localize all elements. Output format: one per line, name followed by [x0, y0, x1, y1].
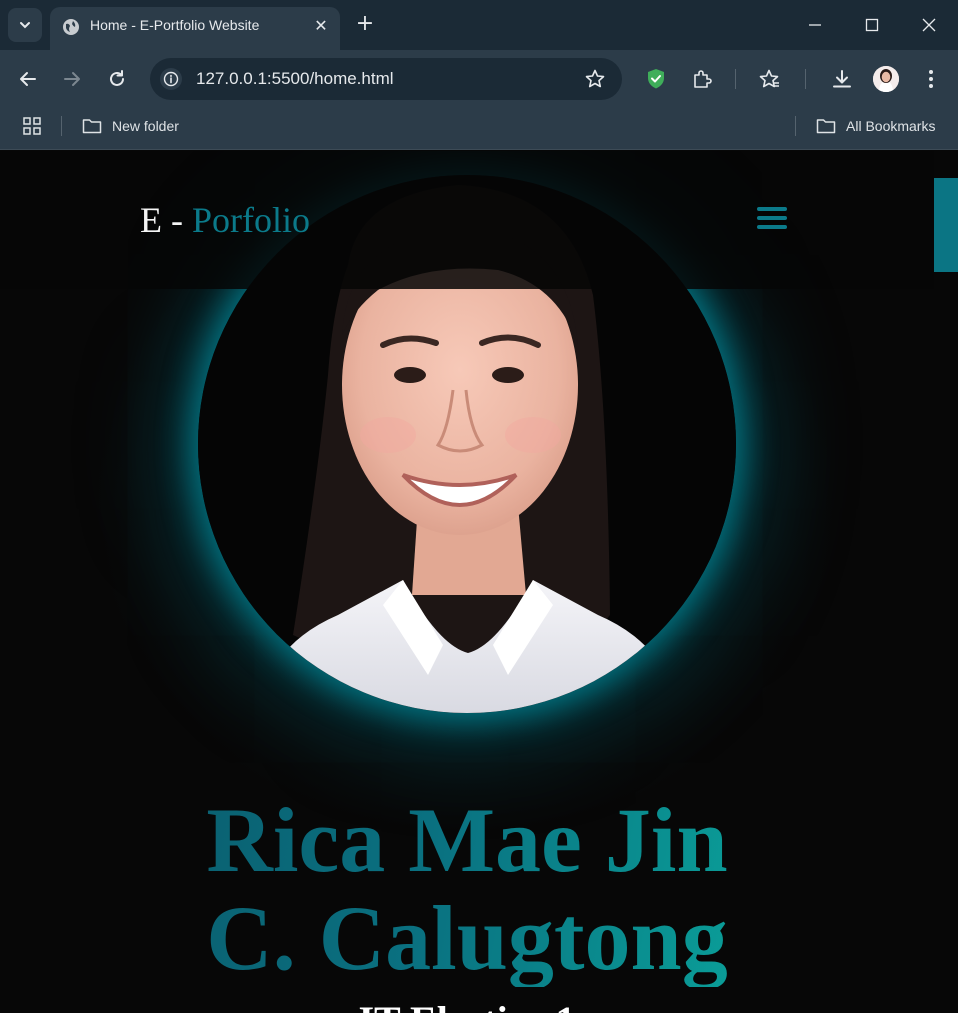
page-viewport: E - Porfolio Rica Mae Jin C. Calugtong I… — [0, 151, 958, 1013]
site-info-icon[interactable] — [160, 68, 182, 90]
hero-name-line2: C. Calugtong — [206, 887, 728, 989]
logo-accent: Porfolio — [191, 200, 310, 240]
bookmarks-divider — [795, 116, 796, 136]
all-bookmarks-button[interactable]: All Bookmarks — [816, 115, 935, 137]
folder-icon — [816, 119, 836, 134]
kebab-menu-icon[interactable] — [918, 66, 944, 92]
download-icon[interactable] — [829, 66, 855, 92]
bookmark-folder-label: New folder — [112, 118, 179, 134]
scrollbar-thumb[interactable] — [934, 178, 958, 272]
bookmark-folder-new-folder[interactable]: New folder — [82, 115, 179, 137]
all-bookmarks-label: All Bookmarks — [846, 118, 936, 134]
toolbar-divider — [805, 69, 806, 89]
profile-avatar[interactable] — [873, 66, 899, 92]
hero-name: Rica Mae Jin C. Calugtong — [0, 791, 934, 987]
browser-tab-strip: Home - E-Portfolio Website ✕ + — [0, 0, 958, 50]
back-arrow-icon[interactable] — [14, 65, 42, 93]
tab-search-button[interactable] — [8, 8, 42, 42]
tab-close-icon[interactable]: ✕ — [312, 17, 330, 35]
globe-icon — [63, 19, 79, 35]
extensions-puzzle-icon[interactable] — [689, 66, 715, 92]
close-window-icon[interactable] — [916, 12, 942, 38]
address-bar-url[interactable]: 127.0.0.1:5500/home.html — [196, 69, 394, 89]
chevron-down-icon — [20, 22, 30, 29]
bookmarks-divider — [61, 116, 62, 136]
reading-list-star-icon[interactable] — [756, 66, 782, 92]
folder-icon — [82, 119, 102, 134]
apps-grid-icon[interactable] — [22, 116, 42, 136]
minimize-window-icon[interactable] — [802, 12, 828, 38]
bookmark-star-icon[interactable] — [584, 68, 606, 90]
bookmarks-bar: New folder All Bookmarks — [0, 108, 958, 150]
hero-name-line1: Rica Mae Jin — [206, 789, 728, 891]
browser-tab-active[interactable]: Home - E-Portfolio Website ✕ — [50, 7, 340, 50]
tab-title: Home - E-Portfolio Website — [90, 17, 260, 33]
site-navbar: E - Porfolio — [0, 151, 934, 289]
address-bar[interactable]: 127.0.0.1:5500/home.html — [150, 58, 622, 100]
logo-prefix: E - — [140, 200, 192, 240]
shield-extension-icon[interactable] — [643, 66, 669, 92]
maximize-window-icon[interactable] — [859, 12, 885, 38]
site-logo[interactable]: E - Porfolio — [140, 199, 310, 241]
hero-subtitle: IT Elective 1 — [0, 997, 934, 1013]
toolbar-divider — [735, 69, 736, 89]
forward-arrow-icon[interactable] — [58, 65, 86, 93]
hamburger-menu-icon[interactable] — [757, 207, 789, 233]
browser-toolbar: 127.0.0.1:5500/home.html — [0, 50, 958, 108]
reload-icon[interactable] — [103, 65, 131, 93]
new-tab-plus-icon[interactable]: + — [352, 12, 378, 38]
